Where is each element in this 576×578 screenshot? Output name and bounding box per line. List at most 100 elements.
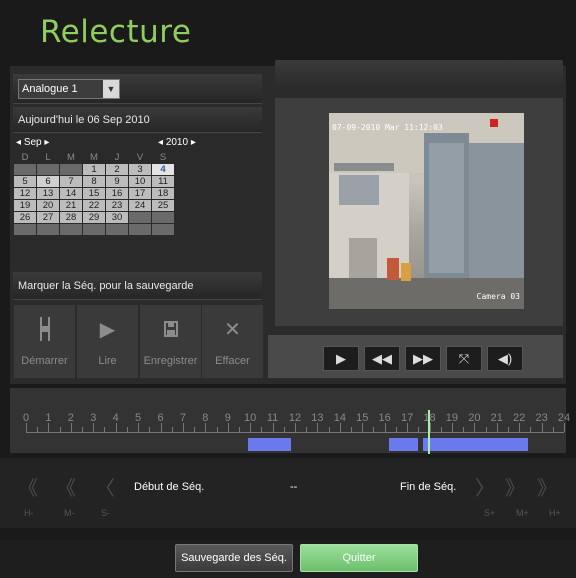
calendar-day <box>13 223 37 236</box>
timeline-tick <box>440 427 442 432</box>
calendar-day[interactable]: 1 <box>82 163 106 176</box>
calendar-day[interactable]: 5 <box>13 175 37 188</box>
calendar-day[interactable]: 10 <box>128 175 152 188</box>
calendar: ◂ Sep ▸ ◂ 2010 ▸ D L M M J V S 1 2 3 4 5 6 7 8 9 10 11 12 1… <box>13 135 201 265</box>
calendar-day[interactable]: 29 <box>82 211 106 224</box>
calendar-day[interactable]: 21 <box>59 199 83 212</box>
calendar-day[interactable]: 24 <box>128 199 152 212</box>
timeline-tick <box>272 423 274 432</box>
calendar-day[interactable]: 23 <box>105 199 129 212</box>
timeline-tick <box>216 427 218 432</box>
timeline-tick <box>463 427 465 432</box>
video-frame[interactable]: 07-09-2010 Mar 11:12:03 Camera 03 <box>329 113 524 309</box>
timeline-tick <box>283 427 285 432</box>
hour-back-label: H- <box>24 508 34 518</box>
sequence-start-label: Début de Séq. <box>134 481 205 493</box>
timeline-tick <box>194 427 196 432</box>
timeline-tick <box>328 427 330 432</box>
calendar-day[interactable]: 14 <box>59 187 83 200</box>
date-bar: Aujourd'hui le 06 Sep 2010 <box>13 107 262 133</box>
timeline-tick <box>552 427 554 432</box>
timeline-tick <box>474 423 476 432</box>
recording-segment[interactable] <box>389 438 419 451</box>
fullscreen-button[interactable]: ⤧ <box>446 346 482 371</box>
camera-select-value: Analogue 1 <box>22 83 78 95</box>
sequence-end-label: Fin de Séq. <box>400 481 457 493</box>
calendar-day <box>13 163 37 176</box>
timeline-cursor[interactable] <box>428 410 431 454</box>
play-icon: ▶ <box>99 318 116 341</box>
save-sequences-button[interactable]: Sauvegarde des Séq. <box>175 544 293 572</box>
today-date: Aujourd'hui le 06 Sep 2010 <box>18 113 150 126</box>
timeline-tick <box>485 427 487 432</box>
prev-month-icon[interactable]: ◂ <box>16 137 21 148</box>
timeline-tick <box>530 427 532 432</box>
year-nav[interactable]: ◂ 2010 ▸ <box>158 137 196 148</box>
calendar-day[interactable]: 7 <box>59 175 83 188</box>
calendar-day[interactable]: 19 <box>13 199 37 212</box>
hour-forward-icon[interactable]: 》 <box>537 472 557 501</box>
calendar-day[interactable]: 25 <box>151 199 175 212</box>
rewind-button[interactable]: ◀◀ <box>364 346 400 371</box>
calendar-day[interactable]: 9 <box>105 175 129 188</box>
calendar-day[interactable]: 4 <box>151 163 175 176</box>
timeline-tick <box>317 423 319 432</box>
hour-back-icon[interactable]: 《 <box>18 472 38 501</box>
calendar-day[interactable]: 11 <box>151 175 175 188</box>
calendar-grid: D L M M J V S 1 2 3 4 5 6 7 8 9 10 11 12 13 14 15 16 17 18 19 20 21… <box>13 151 175 236</box>
delete-mark-button[interactable]: ✕ Effacer <box>202 305 263 378</box>
calendar-day[interactable]: 17 <box>128 187 152 200</box>
calendar-day[interactable]: 27 <box>36 211 60 224</box>
calendar-day[interactable]: 6 <box>36 175 60 188</box>
weekday-header: J <box>105 151 129 164</box>
play-mark-button[interactable]: ▶ Lire <box>77 305 138 378</box>
calendar-day[interactable]: 28 <box>59 211 83 224</box>
timeline-tick <box>93 423 95 432</box>
page-title: Relecture <box>40 14 192 50</box>
weekday-header: M <box>59 151 83 164</box>
next-year-icon[interactable]: ▸ <box>191 137 196 148</box>
second-back-icon[interactable]: 〈 <box>95 472 115 501</box>
start-mark-button[interactable]: Démarrer <box>14 305 75 378</box>
timeline-tick <box>238 427 240 432</box>
minute-back-icon[interactable]: 《 <box>56 472 76 501</box>
rewind-icon: ◀◀ <box>372 350 392 366</box>
play-button[interactable]: ▶ <box>323 346 359 371</box>
second-forward-icon[interactable]: 〉 <box>475 472 495 501</box>
next-month-icon[interactable]: ▸ <box>44 137 49 148</box>
calendar-day[interactable]: 2 <box>105 163 129 176</box>
timeline-tick <box>138 423 140 432</box>
calendar-day[interactable]: 3 <box>128 163 152 176</box>
weekday-header: M <box>82 151 106 164</box>
chevron-down-icon[interactable]: ▼ <box>103 80 119 98</box>
quit-button[interactable]: Quitter <box>300 544 418 572</box>
calendar-day[interactable]: 22 <box>82 199 106 212</box>
recording-segment[interactable] <box>247 438 291 451</box>
camera-select[interactable]: Analogue 1 ▼ <box>18 79 120 99</box>
timeline-tick <box>395 427 397 432</box>
save-icon <box>163 317 178 341</box>
calendar-day[interactable]: 16 <box>105 187 129 200</box>
calendar-day <box>128 211 152 224</box>
month-nav[interactable]: ◂ Sep ▸ <box>16 137 49 148</box>
timeline-tick <box>227 423 229 432</box>
recording-segment[interactable] <box>422 438 529 451</box>
timeline-tick <box>362 423 364 432</box>
mark-start-icon <box>38 317 52 341</box>
calendar-day[interactable]: 8 <box>82 175 106 188</box>
calendar-day[interactable]: 30 <box>105 211 129 224</box>
calendar-day[interactable]: 13 <box>36 187 60 200</box>
minute-forward-icon[interactable]: 》 <box>505 472 525 501</box>
timeline-tick <box>496 423 498 432</box>
calendar-day[interactable]: 26 <box>13 211 37 224</box>
volume-button[interactable]: ◀) <box>487 346 523 371</box>
calendar-day[interactable]: 15 <box>82 187 106 200</box>
calendar-day[interactable]: 18 <box>151 187 175 200</box>
calendar-day[interactable]: 12 <box>13 187 37 200</box>
timeline-tick <box>306 427 308 432</box>
save-mark-button[interactable]: Enregistrer <box>140 305 201 378</box>
prev-year-icon[interactable]: ◂ <box>158 137 163 148</box>
calendar-day[interactable]: 20 <box>36 199 60 212</box>
play-mark-label: Lire <box>98 355 117 367</box>
fast-forward-button[interactable]: ▶▶ <box>405 346 441 371</box>
